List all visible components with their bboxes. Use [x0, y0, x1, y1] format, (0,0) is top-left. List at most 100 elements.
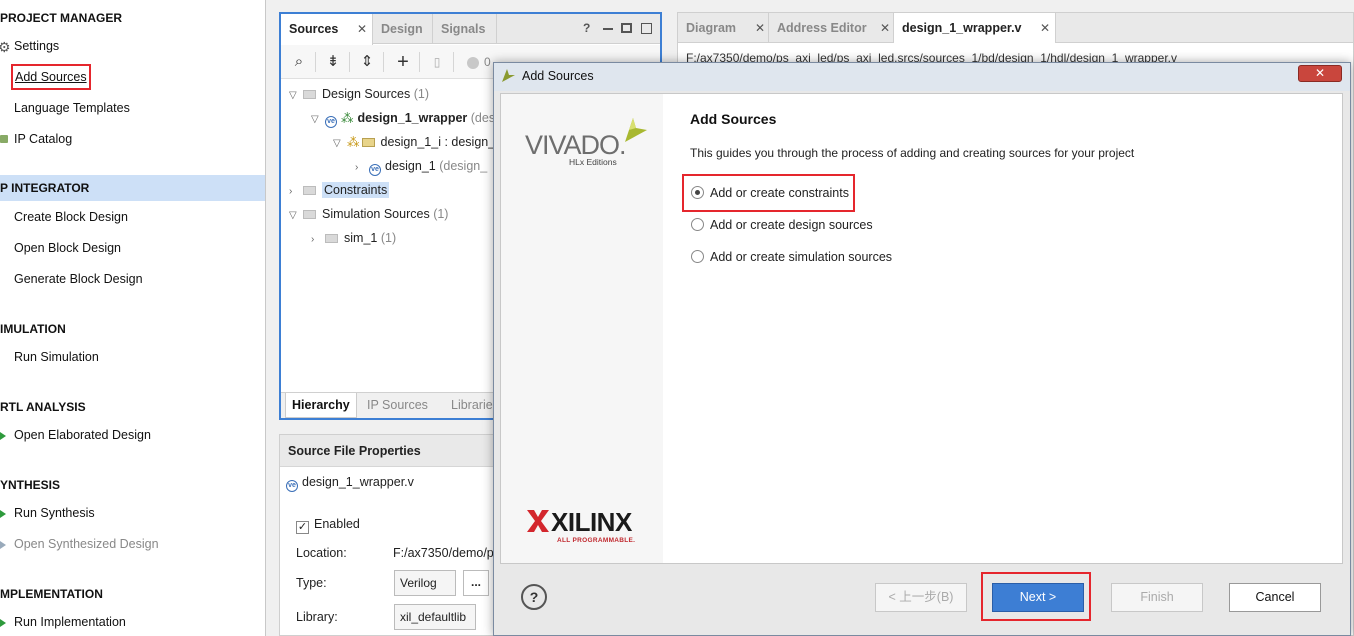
section-simulation[interactable]: IMULATION: [0, 316, 66, 342]
tree-label: design_1: [385, 159, 436, 173]
tree-count: (1): [380, 231, 397, 245]
enabled-checkbox[interactable]: ✓: [296, 521, 309, 534]
chevron-right-icon[interactable]: ›: [311, 230, 321, 250]
library-field[interactable]: xil_defaultlib: [394, 604, 476, 630]
flow-item-run-simulation[interactable]: Run Simulation: [14, 347, 99, 367]
xilinx-logo-icon: [527, 510, 549, 532]
xilinx-sub: ALL PROGRAMMABLE.: [557, 537, 636, 544]
location-label: Location:: [296, 546, 347, 560]
tree-sim-1[interactable]: › sim_1 (1): [311, 228, 396, 248]
type-more-button[interactable]: ...: [463, 570, 489, 596]
option-add-design-sources[interactable]: Add or create design sources: [691, 218, 873, 232]
tab-sources-label: Sources: [289, 22, 339, 36]
folder-icon: [325, 234, 338, 243]
radio-button[interactable]: [691, 250, 704, 263]
bd-icon: [361, 138, 375, 147]
tab-label: Diagram: [686, 21, 737, 35]
tree-constraints[interactable]: › Constraints: [289, 180, 390, 202]
chevron-down-icon[interactable]: ▽: [333, 134, 343, 154]
option-add-simulation-sources[interactable]: Add or create simulation sources: [691, 250, 892, 264]
flow-item-language-templates[interactable]: Language Templates: [14, 98, 130, 118]
tree-design-wrapper[interactable]: ▽ ve ⁂ design_1_wrapper (desi: [311, 108, 498, 128]
run-icon: [0, 619, 6, 627]
flow-item-open-synthesized-design: Open Synthesized Design: [14, 537, 159, 551]
run-icon: [0, 510, 6, 518]
flow-item-ip-catalog[interactable]: IP Catalog: [14, 129, 72, 149]
tree-simulation-sources[interactable]: ▽ Simulation Sources (1): [289, 204, 448, 224]
verilog-icon: ve: [325, 116, 337, 128]
tab-diagram[interactable]: Diagram ✕: [678, 13, 769, 43]
tab-hierarchy[interactable]: Hierarchy: [285, 393, 357, 418]
float-icon[interactable]: [641, 23, 652, 34]
tab-sources[interactable]: Sources ✕: [281, 14, 373, 45]
highlight-box: [682, 174, 855, 212]
tab-label: design_1_wrapper.v: [902, 21, 1022, 35]
vivado-logo-icon: [625, 118, 647, 142]
tree-design-sources[interactable]: ▽ Design Sources (1): [289, 84, 429, 104]
chevron-right-icon[interactable]: ›: [355, 158, 365, 178]
enabled-row[interactable]: ✓ Enabled: [296, 517, 360, 534]
cancel-button[interactable]: Cancel: [1229, 583, 1321, 612]
tab-label: Address Editor: [777, 21, 867, 35]
flow-item-settings[interactable]: Settings: [14, 36, 59, 56]
dialog-close-button[interactable]: ✕: [1298, 65, 1342, 82]
close-icon[interactable]: ✕: [1040, 13, 1050, 43]
flow-item-run-implementation[interactable]: Run Implementation: [14, 612, 126, 632]
editor-tabs: Diagram ✕ Address Editor ✕ design_1_wrap…: [678, 13, 1353, 43]
close-icon[interactable]: ✕: [880, 13, 890, 43]
tree-design-1[interactable]: › ve design_1 (design_: [355, 156, 487, 176]
search-icon[interactable]: ⌕: [289, 52, 309, 72]
flow-item-open-block-design[interactable]: Open Block Design: [14, 238, 121, 258]
tab-design-1-wrapper[interactable]: design_1_wrapper.v ✕: [894, 13, 1056, 43]
flow-item-create-block-design[interactable]: Create Block Design: [14, 207, 128, 227]
close-icon[interactable]: ✕: [755, 13, 765, 43]
chevron-down-icon[interactable]: ▽: [289, 206, 299, 226]
expand-arrow-icon[interactable]: [0, 432, 6, 440]
section-ip-integrator[interactable]: P INTEGRATOR: [0, 175, 265, 201]
tab-ip-sources[interactable]: IP Sources: [361, 393, 434, 418]
close-icon[interactable]: ✕: [357, 14, 367, 44]
section-rtl-analysis[interactable]: RTL ANALYSIS: [0, 394, 86, 420]
verilog-icon: ve: [286, 480, 298, 492]
tab-design[interactable]: Design: [373, 14, 433, 44]
folder-icon: [303, 186, 316, 195]
add-icon[interactable]: +: [393, 52, 413, 72]
dialog-titlebar: Add Sources ✕: [494, 63, 1350, 91]
maximize-icon[interactable]: [621, 23, 632, 33]
expand-arrow-icon: [0, 541, 6, 549]
tree-design-1-i[interactable]: ▽ ⁂ design_1_i : design_: [333, 132, 495, 152]
status-dot-icon: [467, 57, 479, 69]
flow-item-generate-block-design[interactable]: Generate Block Design: [14, 269, 143, 289]
flow-item-add-sources[interactable]: Add Sources: [11, 64, 91, 90]
radio-button[interactable]: [691, 218, 704, 231]
vivado-sub: HLx Editions: [569, 157, 617, 167]
dialog-description: This guides you through the process of a…: [690, 146, 1135, 160]
chevron-down-icon[interactable]: ▽: [311, 110, 321, 130]
properties-file: ve design_1_wrapper.v: [286, 475, 414, 492]
help-button[interactable]: ?: [521, 584, 547, 610]
finish-button: Finish: [1111, 583, 1203, 612]
gear-icon: ⚙: [0, 39, 11, 55]
type-field[interactable]: Verilog: [394, 570, 456, 596]
flow-navigator: PROJECT MANAGER ⚙ Settings Add Sources L…: [0, 0, 266, 636]
minimize-icon[interactable]: [603, 28, 613, 30]
section-project-manager[interactable]: PROJECT MANAGER: [0, 5, 122, 31]
source-file-properties-panel: Source File Properties ve design_1_wrappe…: [279, 434, 500, 636]
chevron-right-icon[interactable]: ›: [289, 182, 299, 202]
type-label: Type:: [296, 576, 327, 590]
help-icon[interactable]: ?: [583, 21, 590, 35]
properties-title: Source File Properties: [280, 435, 498, 467]
flow-item-open-elaborated-design[interactable]: Open Elaborated Design: [14, 425, 151, 445]
collapse-all-icon[interactable]: ⇟: [323, 52, 343, 72]
tree-label: sim_1: [344, 231, 378, 245]
properties-icon[interactable]: ▯: [427, 52, 447, 72]
chevron-down-icon[interactable]: ▽: [289, 86, 299, 106]
tab-address-editor[interactable]: Address Editor ✕: [769, 13, 894, 43]
section-implementation[interactable]: MPLEMENTATION: [0, 581, 103, 607]
option-label: Add or create design sources: [710, 218, 873, 232]
tab-libraries[interactable]: Librarie: [445, 393, 499, 418]
section-synthesis[interactable]: YNTHESIS: [0, 472, 60, 498]
tab-signals[interactable]: Signals: [433, 14, 497, 44]
flow-item-run-synthesis[interactable]: Run Synthesis: [14, 503, 95, 523]
expand-all-icon[interactable]: ⇕: [357, 52, 377, 72]
